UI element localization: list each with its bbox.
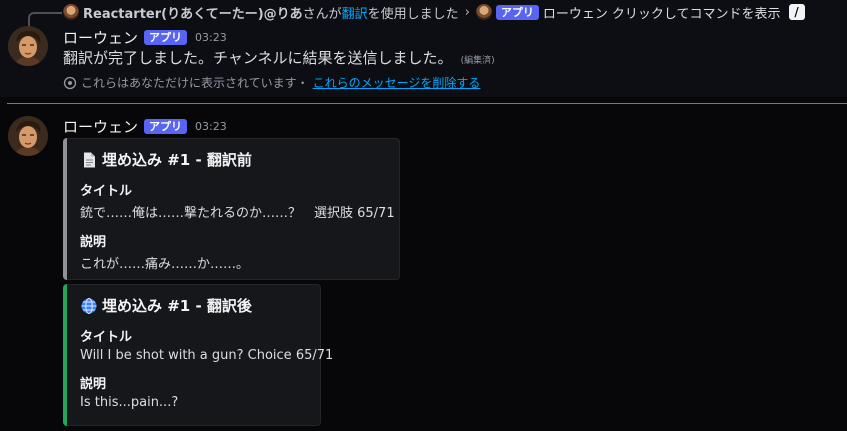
field-name-title: タイトル [80, 184, 133, 199]
eye-icon [63, 76, 77, 89]
globe-icon [81, 297, 97, 314]
bot-avatar[interactable] [8, 26, 48, 66]
username[interactable]: ローウェン [63, 27, 138, 48]
reply-app-badge: アプリ [495, 4, 539, 20]
new-messages-divider [7, 103, 847, 104]
field-name-description: 説明 [80, 235, 107, 250]
bot-avatar[interactable] [8, 116, 48, 156]
reply-bot-avatar[interactable] [475, 4, 492, 20]
timestamp[interactable]: 03:23 [195, 120, 227, 133]
reply-username[interactable]: Reactarter(りあくてーたー)@りあ [83, 3, 303, 22]
bot-avatar-image [8, 26, 48, 66]
field-name-title: タイトル [80, 330, 133, 345]
field-value-description: Is this...pain...? [80, 395, 179, 410]
timestamp[interactable]: 03:23 [195, 31, 227, 44]
reply-text-after: を使用しました [367, 6, 459, 22]
ephemeral-message-header: ローウェン アプリ 03:23 [63, 27, 227, 48]
embed-title-text: 埋め込み #1 - 翻訳前 [102, 151, 252, 169]
username[interactable]: ローウェン [63, 116, 138, 137]
reply-spine [28, 12, 62, 26]
app-badge: アプリ [144, 119, 188, 134]
embed-after-translation: 埋め込み #1 - 翻訳後 タイトル Will I be shot with a… [63, 284, 334, 426]
embed-before-translation: 埋め込み #1 - 翻訳前 タイトル 銃で……俺は……撃たれるのか……？ 選択肢… [63, 138, 400, 280]
reply-view-command-text[interactable]: クリックしてコマンドを表示 [612, 3, 781, 22]
edited-label: (編集済) [460, 56, 495, 66]
reply-command-name[interactable]: 翻訳 [342, 3, 368, 22]
embed-title: 埋め込み #1 - 翻訳後 [80, 295, 306, 316]
ephemeral-notice: これらはあなただけに表示されています・ これらのメッセージを削除する [63, 74, 480, 91]
embed-title: 埋め込み #1 - 翻訳前 [80, 149, 385, 170]
command-reply-bar[interactable]: Reactarter(りあくてーたー)@りあ さんが 翻訳 を使用しました › アプリ… [63, 3, 805, 22]
reply-user-avatar[interactable] [63, 4, 79, 20]
field-name-description: 説明 [80, 377, 107, 392]
slash-command-icon[interactable]: / [788, 4, 805, 20]
chevron-right-icon: › [464, 4, 470, 20]
bot-avatar-image [8, 116, 48, 156]
message-header: ローウェン アプリ 03:23 [63, 116, 227, 137]
reply-bot-name[interactable]: ローウェン [543, 3, 608, 22]
field-value-title: Will I be shot with a gun? Choice 65/71 [80, 348, 334, 363]
message-text: 翻訳が完了しました。チャンネルに結果を送信しました。 [63, 49, 453, 67]
document-icon [84, 152, 95, 167]
dismiss-messages-link[interactable]: これらのメッセージを削除する [313, 74, 481, 91]
reply-text-before: さんが [302, 6, 342, 22]
embed-title-text: 埋め込み #1 - 翻訳後 [102, 297, 252, 315]
ephemeral-message-content: 翻訳が完了しました。チャンネルに結果を送信しました。 (編集済) [63, 47, 495, 68]
ephemeral-notice-text: これらはあなただけに表示されています・ [81, 76, 309, 90]
field-value-title: 銃で……俺は……撃たれるのか……？ 選択肢 65/71 [80, 206, 395, 221]
field-value-description: これが……痛み……か……。 [80, 257, 250, 272]
app-badge: アプリ [144, 30, 188, 45]
